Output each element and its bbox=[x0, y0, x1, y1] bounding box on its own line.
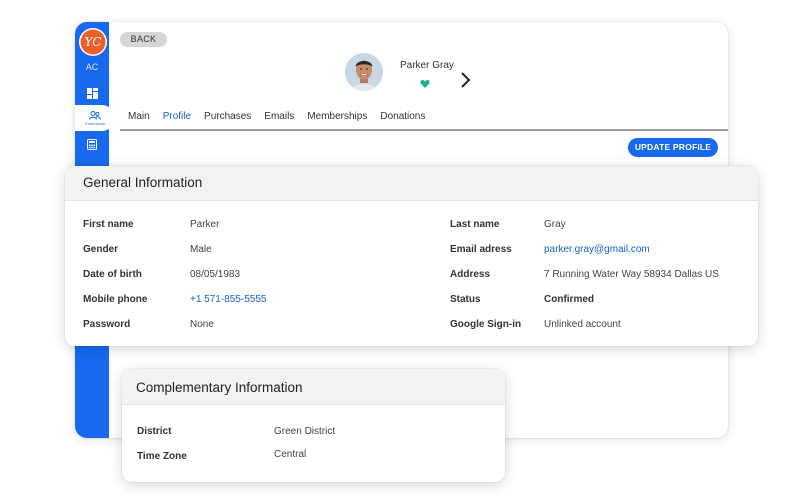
field-label-last-name: Last name bbox=[450, 219, 500, 230]
tab-memberships[interactable]: Memberships bbox=[307, 111, 367, 122]
tab-main[interactable]: Main bbox=[128, 111, 150, 122]
tab-donations[interactable]: Donations bbox=[380, 111, 425, 122]
tab-profile[interactable]: Profile bbox=[163, 111, 191, 122]
phone-link[interactable]: +1 571-855-5555 bbox=[190, 294, 266, 305]
community-icon bbox=[89, 110, 101, 120]
general-information-card: General Information First name Parker Ge… bbox=[65, 166, 758, 346]
tab-divider bbox=[120, 129, 728, 131]
calculator-icon[interactable] bbox=[75, 134, 109, 154]
back-button[interactable]: BACK bbox=[120, 32, 167, 47]
field-label-google-sign-in: Google Sign-in bbox=[450, 319, 522, 330]
email-link[interactable]: parker.gray@gmail.com bbox=[544, 244, 650, 255]
field-value-time-zone: Central bbox=[274, 449, 307, 460]
field-value-address: 7 Running Water Way 58934 Dallas US bbox=[544, 269, 719, 280]
field-value-last-name: Gray bbox=[544, 219, 566, 230]
status-value: Confirmed bbox=[544, 294, 594, 305]
field-value-district: Green District bbox=[274, 426, 336, 437]
field-label-date-of-birth: Date of birth bbox=[83, 269, 142, 280]
screen: YC AC Community BACK Parker Gray Main Pr… bbox=[0, 0, 800, 500]
field-value-gender: Male bbox=[190, 244, 212, 255]
field-label-mobile-phone: Mobile phone bbox=[83, 294, 148, 305]
field-value-first-name: Parker bbox=[190, 219, 220, 230]
field-label-first-name: First name bbox=[83, 219, 134, 230]
field-label-time-zone: Time Zone bbox=[137, 451, 187, 462]
sidebar-item-community[interactable]: Community bbox=[75, 105, 115, 131]
tab-bar: Main Profile Purchases Emails Membership… bbox=[128, 111, 438, 122]
field-label-gender: Gender bbox=[83, 244, 119, 255]
field-value-google-sign-in: Unlinked account bbox=[544, 319, 621, 330]
dashboard-icon[interactable] bbox=[75, 83, 109, 103]
tab-emails[interactable]: Emails bbox=[264, 111, 294, 122]
chevron-right-icon[interactable] bbox=[459, 71, 471, 89]
brand-logo[interactable]: YC bbox=[79, 28, 107, 56]
field-value-password: None bbox=[190, 319, 214, 330]
sidebar-item-label: Community bbox=[84, 120, 106, 126]
tab-purchases[interactable]: Purchases bbox=[204, 111, 251, 122]
field-label-password: Password bbox=[83, 319, 131, 330]
heart-icon[interactable] bbox=[420, 79, 430, 89]
field-label-district: District bbox=[137, 426, 172, 437]
update-profile-button[interactable]: UPDATE PROFILE bbox=[628, 138, 718, 157]
field-label-email: Email adress bbox=[450, 244, 512, 255]
field-value-date-of-birth: 08/05/1983 bbox=[190, 269, 241, 280]
field-label-status: Status bbox=[450, 294, 481, 305]
profile-name: Parker Gray bbox=[400, 60, 454, 71]
avatar[interactable] bbox=[345, 53, 383, 91]
field-label-address: Address bbox=[450, 269, 491, 280]
user-initials[interactable]: AC bbox=[75, 62, 109, 72]
complementary-information-card: Complementary Information District Green… bbox=[122, 369, 505, 482]
card-title: Complementary Information bbox=[122, 369, 505, 405]
card-title: General Information bbox=[65, 166, 758, 201]
